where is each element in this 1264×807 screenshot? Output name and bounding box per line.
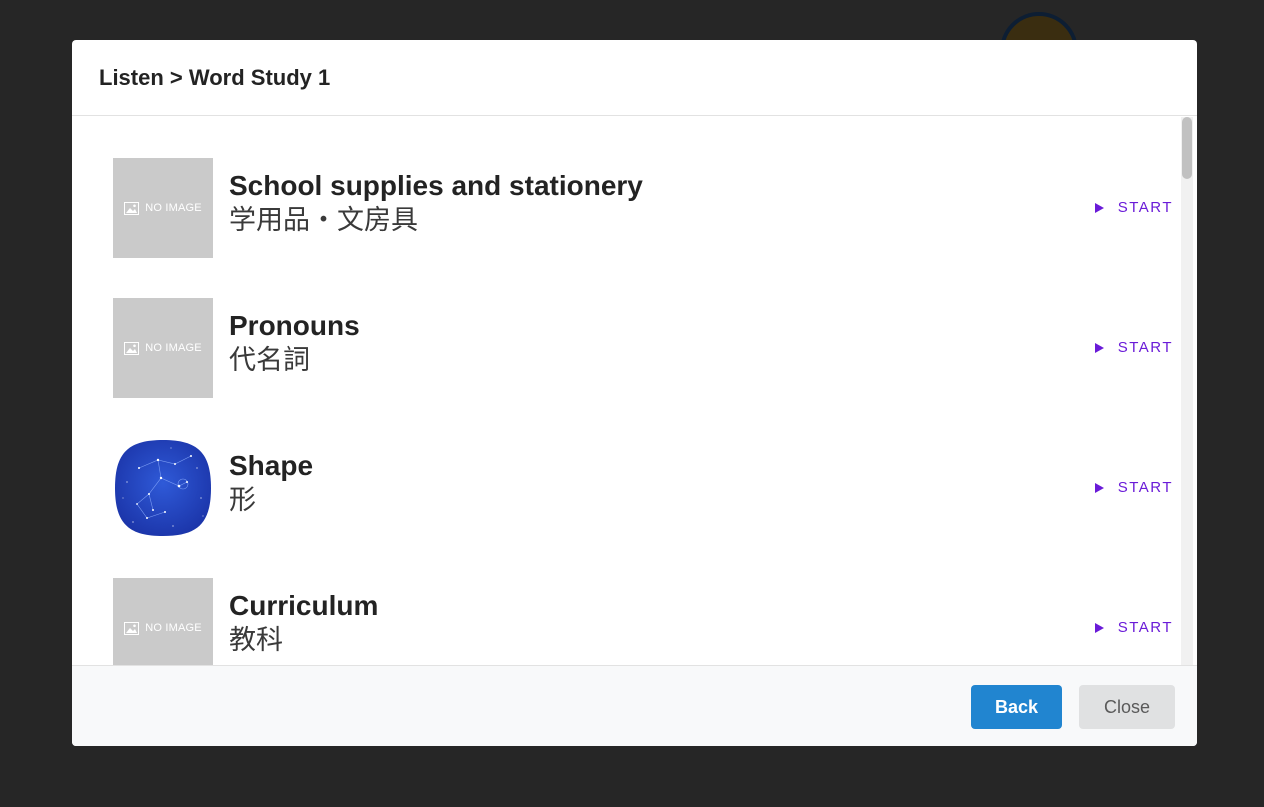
item-title-en: Curriculum — [229, 590, 379, 621]
modal-header: Listen > Word Study 1 — [72, 40, 1197, 116]
item-title-ja: 学用品・文房具 — [229, 205, 418, 235]
vertical-scrollbar[interactable] — [1181, 117, 1193, 665]
start-label: START — [1117, 199, 1173, 216]
start-button[interactable]: START — [1094, 339, 1173, 356]
modal-title: Listen > Word Study 1 — [99, 64, 331, 90]
play-icon — [1094, 622, 1104, 633]
play-icon — [1094, 202, 1104, 213]
image-placeholder-icon — [124, 341, 140, 355]
modal-body[interactable]: NO IMAGE School supplies and stationery … — [72, 117, 1197, 665]
item-texts: Shape 形 — [229, 449, 313, 517]
item-title-en: Pronouns — [229, 310, 360, 341]
modal-footer: Back Close — [72, 665, 1197, 746]
list-item: NO IMAGE Pronouns 代名詞 START — [113, 298, 1171, 398]
no-image-label: NO IMAGE — [145, 202, 202, 214]
list-item: NO IMAGE Curriculum 教科 START — [113, 578, 1171, 665]
no-image-thumbnail: NO IMAGE — [113, 298, 213, 398]
start-label: START — [1117, 339, 1173, 356]
list-item: Shape 形 START — [113, 438, 1171, 538]
item-title-ja: 代名詞 — [229, 345, 310, 375]
no-image-label: NO IMAGE — [145, 342, 202, 354]
no-image-thumbnail: NO IMAGE — [113, 578, 213, 665]
word-study-modal: Listen > Word Study 1 NO IMAGE School su… — [72, 40, 1197, 746]
item-texts: Pronouns 代名詞 — [229, 309, 360, 377]
no-image-thumbnail: NO IMAGE — [113, 158, 213, 258]
start-button[interactable]: START — [1094, 199, 1173, 216]
constellation-image-icon — [115, 440, 211, 536]
item-texts: School supplies and stationery 学用品・文房具 — [229, 169, 643, 237]
lesson-list: NO IMAGE School supplies and stationery … — [113, 158, 1171, 665]
start-button[interactable]: START — [1094, 619, 1173, 636]
list-item: NO IMAGE School supplies and stationery … — [113, 158, 1171, 258]
item-title-en: Shape — [229, 450, 314, 481]
no-image-label: NO IMAGE — [145, 622, 202, 634]
start-label: START — [1117, 619, 1173, 636]
start-label: START — [1117, 479, 1173, 496]
play-icon — [1094, 342, 1104, 353]
play-icon — [1094, 482, 1104, 493]
image-placeholder-icon — [124, 201, 140, 215]
close-button[interactable]: Close — [1079, 685, 1175, 729]
item-title-en: School supplies and stationery — [229, 170, 643, 201]
image-placeholder-icon — [124, 621, 140, 635]
scrollbar-thumb[interactable] — [1182, 117, 1192, 179]
item-texts: Curriculum 教科 — [229, 589, 378, 657]
start-button[interactable]: START — [1094, 479, 1173, 496]
item-title-ja: 教科 — [229, 625, 283, 655]
back-button[interactable]: Back — [971, 685, 1062, 729]
item-title-ja: 形 — [229, 485, 256, 515]
